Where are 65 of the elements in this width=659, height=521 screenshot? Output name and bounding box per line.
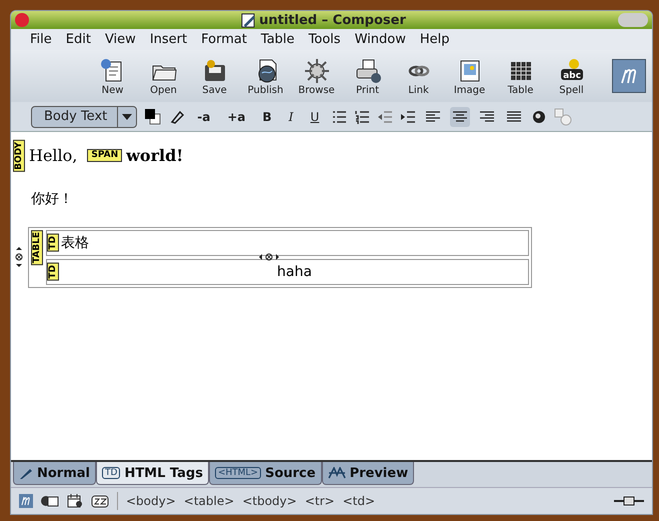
view-mode-tab[interactable]: <HTML> Source: [208, 462, 322, 485]
text-color-swatch-icon[interactable]: [144, 108, 162, 126]
paragraph-style-dropdown[interactable]: Body Text: [31, 106, 138, 128]
menu-item[interactable]: Insert: [142, 32, 194, 47]
format-button[interactable]: -a: [192, 110, 216, 124]
toolbar-button[interactable]: Link: [393, 56, 444, 96]
format-button[interactable]: I: [284, 110, 298, 124]
numbered-list-icon[interactable]: [354, 108, 370, 124]
table-resize-handle-icon[interactable]: [15, 247, 23, 268]
table-tag-marker[interactable]: TABLE: [31, 230, 43, 265]
align-button[interactable]: [450, 106, 470, 126]
menu-item[interactable]: Tools: [302, 32, 348, 47]
menu-item[interactable]: Help: [412, 32, 456, 47]
window-title: untitled – Composer: [259, 12, 406, 28]
cell-text: 表格: [60, 234, 89, 252]
view-mode-tab[interactable]: Preview: [322, 462, 414, 485]
pen-document-icon: [241, 12, 256, 28]
menu-item[interactable]: File: [23, 32, 59, 47]
menu-item[interactable]: Window: [348, 32, 413, 47]
text: Hello,: [29, 146, 78, 166]
toolbar-button[interactable]: Publish: [240, 56, 291, 96]
menu-item[interactable]: View: [98, 32, 143, 47]
menu-item[interactable]: Format: [194, 32, 254, 47]
menu-item[interactable]: Table: [254, 32, 302, 47]
preview-icon: [328, 467, 346, 479]
outdent-icon[interactable]: [377, 108, 394, 124]
window-menu-button[interactable]: [15, 13, 29, 27]
view-mode-tab[interactable]: TD HTML Tags: [96, 462, 209, 485]
toolbar-button[interactable]: Save: [189, 56, 240, 96]
body-tag-marker[interactable]: BODY: [13, 140, 25, 172]
browse-icon: [302, 56, 330, 84]
highlighter-icon[interactable]: [169, 108, 186, 124]
tag-path-item[interactable]: <tbody>: [242, 494, 297, 508]
toolbar-button[interactable]: Image: [444, 56, 495, 96]
format-button[interactable]: B: [257, 110, 277, 124]
caret-icon: [122, 114, 132, 120]
tag-path-item[interactable]: <body>: [126, 494, 176, 508]
format-button[interactable]: U: [305, 110, 324, 124]
column-resize-handle-icon[interactable]: [259, 252, 279, 261]
text: 你好！: [31, 190, 74, 208]
span-tag-marker[interactable]: SPAN: [87, 149, 122, 162]
indent-icon[interactable]: [400, 108, 416, 124]
anchor-icon[interactable]: [531, 108, 548, 124]
format-button[interactable]: +a: [222, 110, 250, 124]
toolbar-button[interactable]: abc Spell: [546, 56, 597, 96]
toolbar-button[interactable]: Table: [495, 56, 546, 96]
tag-path-item[interactable]: <tr>: [304, 494, 335, 508]
toolbar-button[interactable]: Print: [342, 56, 393, 96]
tag-path-item[interactable]: <td>: [342, 494, 375, 508]
toolbar-button[interactable]: Open: [138, 56, 189, 96]
td-tag-marker[interactable]: TD: [47, 234, 59, 252]
td-tag-marker[interactable]: TD: [47, 263, 59, 281]
toolbar-button[interactable]: New: [87, 56, 138, 96]
menu-item[interactable]: Edit: [58, 32, 98, 47]
view-mode-tab[interactable]: Normal: [13, 462, 96, 485]
connection-plug-icon[interactable]: [614, 495, 644, 507]
tag-path-item[interactable]: <table>: [184, 494, 234, 508]
cell-text: haha: [276, 264, 313, 280]
bullet-list-icon[interactable]: [331, 108, 348, 124]
text: world!: [126, 146, 184, 166]
toolbar-button[interactable]: Browse: [291, 56, 342, 96]
print-icon: [354, 56, 382, 84]
composer-logo-icon: [612, 59, 646, 93]
pen-icon: [19, 466, 33, 480]
composer-icon[interactable]: [19, 494, 33, 508]
